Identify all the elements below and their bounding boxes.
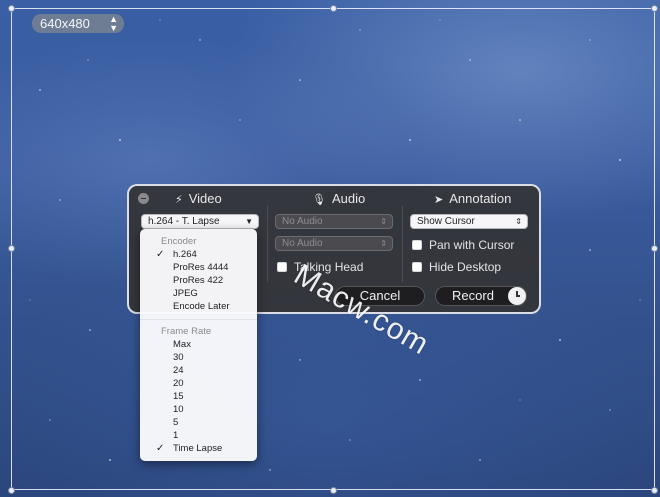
resize-handle-right[interactable] — [651, 245, 658, 252]
checkbox-icon — [412, 262, 422, 272]
checkmark-icon: ✓ — [156, 249, 165, 260]
hide-desktop-checkbox[interactable]: Hide Desktop — [412, 260, 501, 274]
resolution-label: 640x480 — [40, 16, 90, 31]
video-lightning-icon: ⚡ — [175, 194, 183, 206]
resize-handle-left[interactable] — [8, 245, 15, 252]
resize-handle-top[interactable] — [330, 5, 337, 12]
stepper-arrows-icon: ⇕ — [515, 217, 522, 226]
menu-item-frame-rate[interactable]: 10 — [173, 404, 184, 415]
frame-rate-section-header: Frame Rate — [161, 326, 212, 337]
menu-item-frame-rate[interactable]: 30 — [173, 352, 184, 363]
encoder-dropdown-menu: Encoder ✓ h.264 ProRes 4444 ProRes 422 J… — [140, 229, 257, 461]
cursor-popup[interactable]: Show Cursor ⇕ — [410, 214, 528, 229]
resize-handle-bottom[interactable] — [330, 487, 337, 494]
checkmark-icon: ✓ — [156, 443, 165, 454]
menu-item-encoder[interactable]: ProRes 422 — [173, 275, 223, 286]
stepper-arrows-icon: ⇕ — [380, 239, 387, 248]
stepper-arrows-icon: ▲ ▼ — [109, 14, 118, 33]
menu-item-encoder[interactable]: Encode Later — [173, 301, 230, 312]
pan-with-cursor-checkbox[interactable]: Pan with Cursor — [412, 238, 514, 252]
resize-handle-bottom-left[interactable] — [8, 487, 15, 494]
stepper-arrows-icon: ⇕ — [380, 217, 387, 226]
menu-item-frame-rate[interactable]: 15 — [173, 391, 184, 402]
menu-item-encoder[interactable]: h.264 — [173, 249, 197, 260]
microphone-icon: 🎙 — [312, 194, 326, 206]
menu-item-frame-rate[interactable]: 5 — [173, 417, 178, 428]
checkbox-icon — [277, 262, 287, 272]
resolution-popup[interactable]: 640x480 ▲ ▼ — [32, 14, 124, 33]
annotation-section-header: ➤ Annotation — [434, 191, 512, 206]
audio-section-header: 🎙 Audio — [312, 191, 366, 206]
menu-item-encoder[interactable]: JPEG — [173, 288, 198, 299]
column-divider — [267, 206, 268, 282]
audio-second-popup[interactable]: No Audio ⇕ — [275, 236, 393, 251]
menu-item-frame-rate[interactable]: 24 — [173, 365, 184, 376]
menu-item-frame-rate[interactable]: 20 — [173, 378, 184, 389]
clock-icon[interactable] — [508, 287, 526, 305]
menu-item-frame-rate[interactable]: 1 — [173, 430, 178, 441]
cursor-arrow-icon: ➤ — [434, 194, 444, 206]
close-icon[interactable] — [138, 193, 149, 204]
video-section-header: ⚡ Video — [175, 191, 222, 206]
encoder-popup[interactable]: h.264 - T. Lapse ▼ — [141, 214, 259, 229]
menu-item-frame-rate[interactable]: Time Lapse — [173, 443, 222, 454]
audio-input-popup[interactable]: No Audio ⇕ — [275, 214, 393, 229]
resize-handle-top-right[interactable] — [651, 5, 658, 12]
menu-item-encoder[interactable]: ProRes 4444 — [173, 262, 228, 273]
column-divider — [402, 206, 403, 282]
menu-separator — [140, 319, 257, 320]
chevron-down-icon: ▼ — [245, 217, 253, 226]
checkbox-icon — [412, 240, 422, 250]
menu-item-frame-rate[interactable]: Max — [173, 339, 191, 350]
resize-handle-bottom-right[interactable] — [651, 487, 658, 494]
encoder-section-header: Encoder — [161, 236, 197, 247]
resize-handle-top-left[interactable] — [8, 5, 15, 12]
